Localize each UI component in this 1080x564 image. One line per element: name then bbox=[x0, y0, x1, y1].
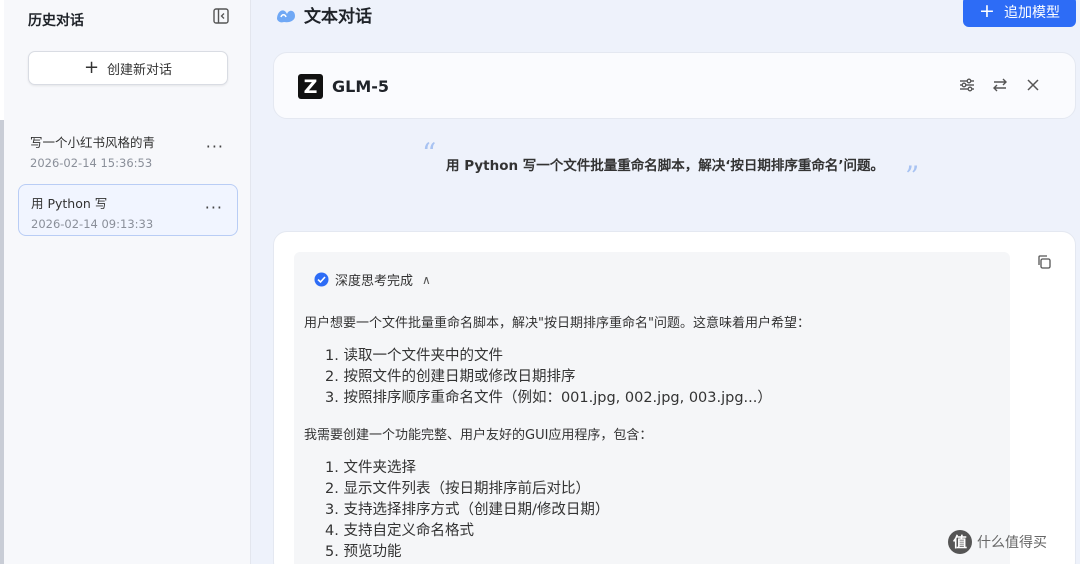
close-quote-icon: ” bbox=[905, 160, 920, 193]
think-mid-text: 我需要创建一个功能完整、用户友好的GUI应用程序，包含： bbox=[304, 428, 653, 443]
settings-sliders-icon[interactable] bbox=[958, 76, 976, 94]
watermark-logo: 值 bbox=[948, 530, 972, 554]
list-item: 5. 预览功能 bbox=[325, 544, 402, 560]
history-sidebar: 历史对话 + 创建新对话 写一个小红书风格的青 2026-02-14 15:36… bbox=[4, 0, 251, 564]
history-item-time: 2026-02-14 15:36:53 bbox=[30, 156, 153, 170]
watermark-text: 什么值得买 bbox=[977, 535, 1047, 551]
page-header: 文本对话 bbox=[275, 2, 372, 27]
model-card: Z GLM-5 bbox=[273, 52, 1076, 119]
model-name: GLM-5 bbox=[332, 77, 390, 96]
more-options-icon[interactable]: ··· bbox=[205, 198, 223, 217]
history-item-selected[interactable]: 用 Python 写 2026-02-14 09:13:33 ··· bbox=[18, 184, 238, 236]
history-item-time: 2026-02-14 09:13:33 bbox=[31, 217, 154, 231]
list-item: 1. 读取一个文件夹中的文件 bbox=[325, 348, 503, 364]
list-item: 2. 按照文件的创建日期或修改日期排序 bbox=[325, 369, 576, 385]
model-logo: Z bbox=[298, 74, 323, 99]
copy-icon[interactable] bbox=[1036, 254, 1052, 270]
plus-icon: + bbox=[979, 0, 995, 22]
list-item: 4. 支持自定义命名格式 bbox=[325, 523, 474, 539]
swap-icon[interactable] bbox=[991, 76, 1009, 94]
think-list-2: 1. 文件夹选择 2. 显示文件列表（按日期排序前后对比） 3. 支持选择排序方… bbox=[325, 458, 609, 563]
page-title: 文本对话 bbox=[304, 7, 372, 27]
think-list-1: 1. 读取一个文件夹中的文件 2. 按照文件的创建日期或修改日期排序 3. 按照… bbox=[325, 346, 772, 409]
collapse-sidebar-icon[interactable] bbox=[212, 7, 230, 25]
check-circle-icon bbox=[314, 272, 329, 287]
more-options-icon[interactable]: ··· bbox=[206, 137, 224, 156]
create-new-chat-button[interactable]: + 创建新对话 bbox=[28, 51, 228, 85]
list-item: 2. 显示文件列表（按日期排序前后对比） bbox=[325, 481, 590, 497]
deep-thinking-box: 深度思考完成 ∧ 用户想要一个文件批量重命名脚本，解决"按日期排序重命名"问题。… bbox=[294, 252, 1010, 564]
chevron-up-icon: ∧ bbox=[422, 272, 431, 287]
think-toggle[interactable]: 深度思考完成 ∧ bbox=[314, 270, 431, 289]
site-watermark: 值 什么值得买 bbox=[948, 530, 1047, 554]
list-item: 3. 支持选择排序方式（创建日期/修改日期） bbox=[325, 502, 610, 518]
add-model-button[interactable]: + 追加模型 bbox=[963, 0, 1076, 27]
list-item: 3. 按照排序顺序重命名文件（例如：001.jpg, 002.jpg, 003.… bbox=[325, 390, 772, 406]
think-status: 深度思考完成 bbox=[335, 274, 414, 289]
chat-app-icon bbox=[277, 9, 295, 22]
answer-card: 深度思考完成 ∧ 用户想要一个文件批量重命名脚本，解决"按日期排序重命名"问题。… bbox=[273, 231, 1076, 564]
history-item[interactable]: 写一个小红书风格的青 2026-02-14 15:36:53 ··· bbox=[18, 124, 238, 176]
history-item-title: 写一个小红书风格的青 bbox=[30, 135, 156, 150]
plus-icon: + bbox=[83, 57, 100, 78]
history-item-title: 用 Python 写 bbox=[31, 196, 108, 211]
user-question: 用 Python 写一个文件批量重命名脚本，解决‘按日期排序重命名’问题。 bbox=[446, 158, 885, 174]
close-icon[interactable] bbox=[1024, 76, 1042, 94]
sidebar-title: 历史对话 bbox=[28, 13, 84, 29]
open-quote-icon: “ bbox=[422, 137, 437, 170]
create-new-chat-label: 创建新对话 bbox=[107, 62, 173, 78]
add-model-label: 追加模型 bbox=[1003, 4, 1060, 21]
think-intro: 用户想要一个文件批量重命名脚本，解决"按日期排序重命名"问题。这意味着用户希望： bbox=[304, 316, 810, 331]
list-item: 1. 文件夹选择 bbox=[325, 460, 416, 476]
